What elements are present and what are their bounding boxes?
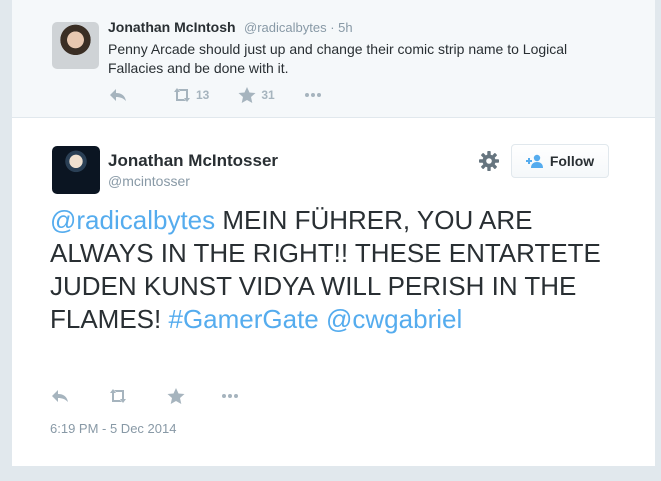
favorite-count: 31 — [261, 88, 275, 102]
add-user-icon — [525, 154, 543, 168]
author-name[interactable]: Jonathan McIntosser — [108, 151, 278, 171]
gear-icon[interactable] — [478, 150, 500, 172]
star-icon — [238, 87, 256, 103]
avatar[interactable] — [52, 22, 99, 69]
frame-left-border — [0, 0, 12, 481]
retweet-count: 13 — [196, 88, 210, 102]
tweet-header: Jonathan McIntosh @radicalbytes · 5h — [108, 19, 353, 37]
tweet-timestamp[interactable]: 6:19 PM - 5 Dec 2014 — [50, 421, 176, 436]
tweet-text: @radicalbytes MEIN FÜHRER, YOU ARE ALWAY… — [50, 204, 610, 336]
parent-tweet[interactable]: Jonathan McIntosh @radicalbytes · 5h Pen… — [12, 0, 655, 118]
tweet-actions — [50, 386, 240, 406]
tweet-actions: 13 31 — [108, 86, 323, 104]
author-handle-time[interactable]: @radicalbytes · 5h — [244, 20, 353, 35]
more-button[interactable] — [303, 86, 323, 104]
author-name[interactable]: Jonathan McIntosh — [108, 19, 236, 35]
reply-icon — [52, 390, 68, 402]
mention-link[interactable]: @radicalbytes — [50, 205, 215, 235]
star-icon — [167, 388, 185, 404]
more-dots-icon — [304, 93, 321, 97]
reply-icon — [110, 89, 126, 101]
hashtag-link[interactable]: #GamerGate — [168, 304, 318, 334]
author-handle[interactable]: @mcintosser — [108, 173, 190, 189]
retweet-button[interactable] — [108, 387, 128, 405]
follow-label: Follow — [549, 153, 595, 169]
frame-right-border — [655, 0, 661, 481]
reply-button[interactable] — [108, 86, 128, 104]
more-button[interactable] — [220, 387, 240, 405]
avatar[interactable] — [52, 146, 100, 194]
retweet-icon — [174, 88, 190, 102]
follow-button[interactable]: Follow — [511, 144, 609, 178]
tweet-text: Penny Arcade should just up and change t… — [108, 41, 568, 76]
retweet-icon — [110, 389, 126, 403]
more-dots-icon — [222, 394, 238, 398]
reply-button[interactable] — [50, 387, 70, 405]
mention-link[interactable]: @cwgabriel — [326, 304, 462, 334]
main-tweet: Jonathan McIntosser @mcintosser Follow @… — [12, 118, 655, 466]
favorite-button[interactable]: 31 — [237, 86, 275, 104]
retweet-button[interactable]: 13 — [172, 86, 209, 104]
favorite-button[interactable] — [166, 387, 186, 405]
bottom-border — [0, 466, 661, 481]
